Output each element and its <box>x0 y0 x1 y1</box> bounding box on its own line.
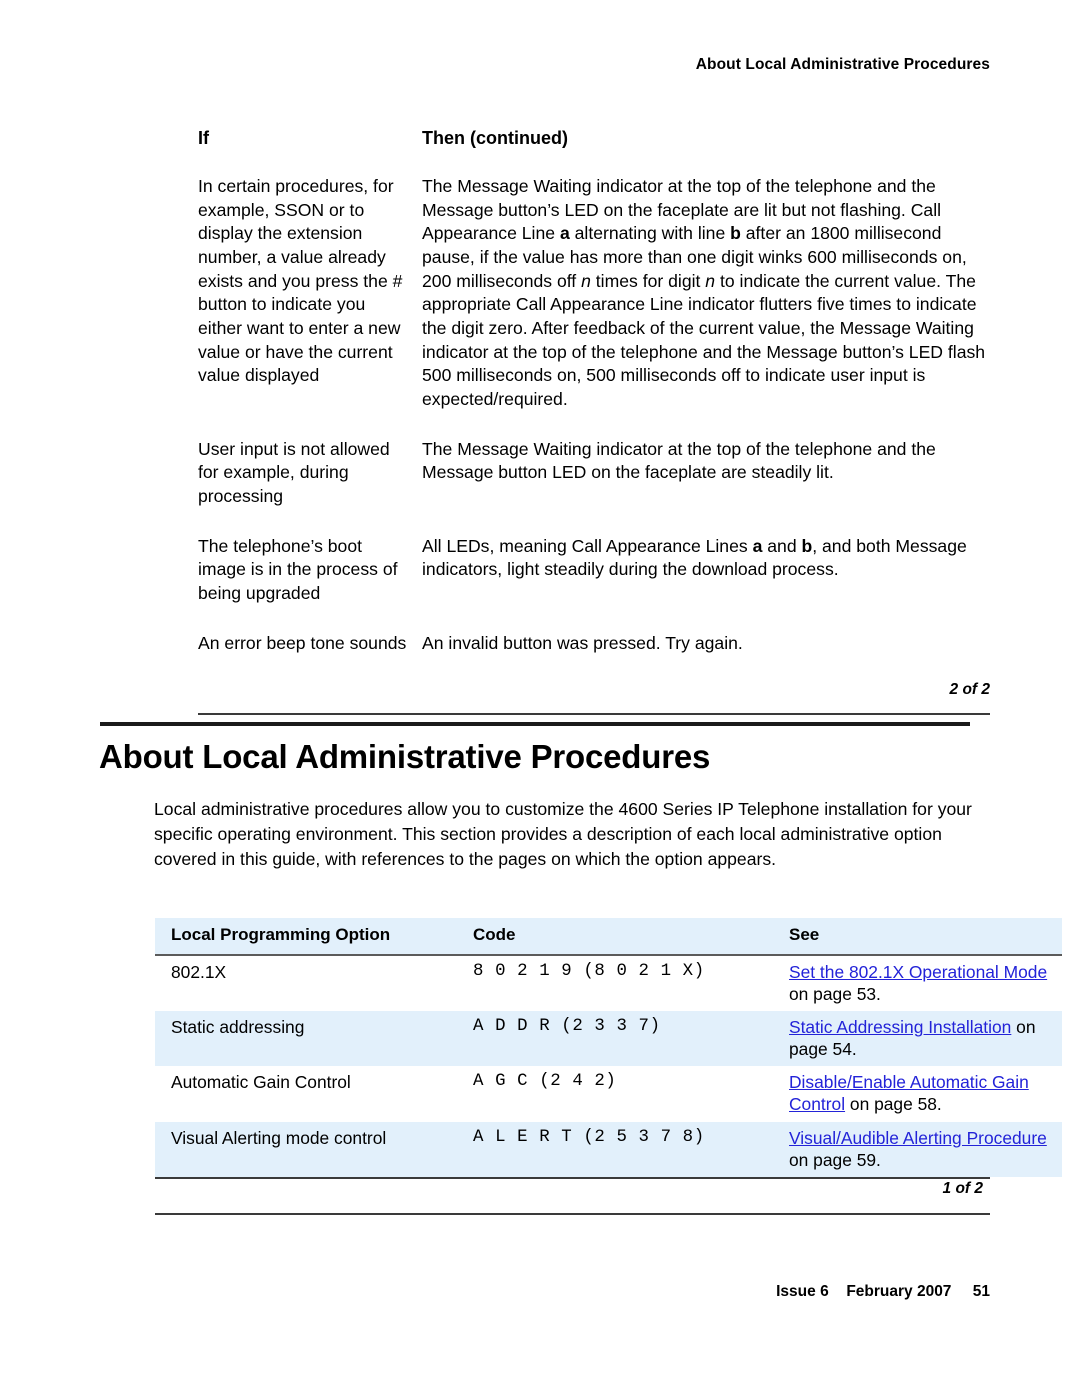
column-header-see: See <box>773 918 1062 956</box>
column-header-code: Code <box>457 918 773 956</box>
local-programming-options-table: Local Programming Option Code See 802.1X… <box>155 918 1062 1177</box>
intro-paragraph: Local administrative procedures allow yo… <box>154 799 972 869</box>
cell-see-tail: on page 53. <box>789 984 881 1005</box>
table-row: Automatic Gain Control A G C (2 4 2) Dis… <box>155 1066 1062 1122</box>
footer-issue: Issue 6 <box>776 1283 829 1300</box>
page-footer: Issue 6 February 2007 51 <box>776 1283 990 1301</box>
cell-see: Disable/Enable Automatic Gain Control on… <box>773 1066 1062 1122</box>
table-bottom-rule <box>198 713 990 716</box>
cell-then: The Message Waiting indicator at the top… <box>422 176 986 409</box>
table-rule <box>155 1177 990 1179</box>
cell-see-tail: on page 58. <box>845 1094 942 1115</box>
table-row: In certain procedures, for example, SSON… <box>198 175 990 412</box>
cell-if: User input is not allowed for example, d… <box>198 438 390 506</box>
table-bottom-rule <box>155 1213 990 1215</box>
table-row: User input is not allowed for example, d… <box>198 438 990 509</box>
table-header-row: If Then (continued) <box>198 128 990 149</box>
table-row: 802.1X 8 0 2 1 9 (8 0 2 1 X) Set the 802… <box>155 955 1062 1012</box>
column-header-if: If <box>198 128 209 148</box>
cell-if: The telephone’s boot image is in the pro… <box>198 535 398 603</box>
cell-code: A D D R (2 3 3 7) <box>457 1011 773 1067</box>
heading-rule <box>100 722 970 726</box>
cell-see: Static Addressing Installation on page 5… <box>773 1011 1062 1067</box>
table-header-row: Local Programming Option Code See <box>155 918 1062 956</box>
footer-page-number: 51 <box>972 1283 990 1300</box>
cell-if: In certain procedures, for example, SSON… <box>198 176 403 386</box>
cell-see-tail: on page 59. <box>789 1149 881 1170</box>
table-row: Static addressing A D D R (2 3 3 7) Stat… <box>155 1011 1062 1067</box>
cell-then: An invalid button was pressed. Try again… <box>422 632 743 653</box>
cell-option: 802.1X <box>155 955 457 1012</box>
footer-date: February 2007 <box>846 1283 952 1300</box>
column-header-option: Local Programming Option <box>155 918 457 956</box>
cell-code: A G C (2 4 2) <box>457 1066 773 1122</box>
cross-reference-link[interactable]: Set the 802.1X Operational Mode <box>789 962 1047 982</box>
cell-see: Visual/Audible Alerting Procedure on pag… <box>773 1121 1062 1177</box>
running-header: About Local Administrative Procedures <box>695 56 990 73</box>
page-title: About Local Administrative Procedures <box>99 738 711 775</box>
cross-reference-link[interactable]: Visual/Audible Alerting Procedure <box>789 1128 1047 1148</box>
cell-option: Visual Alerting mode control <box>155 1121 457 1177</box>
column-header-then: Then (continued) <box>422 128 568 148</box>
sheet-marker: 1 of 2 <box>942 1180 983 1197</box>
status-indications-table-continued: If Then (continued) In certain procedure… <box>198 128 990 716</box>
sheet-marker: 2 of 2 <box>949 681 990 699</box>
cell-then: All LEDs, meaning Call Appearance Lines … <box>422 535 967 580</box>
cell-see: Set the 802.1X Operational Mode on page … <box>773 955 1062 1012</box>
cell-if: An error beep tone sounds <box>198 632 407 653</box>
cell-option: Static addressing <box>155 1011 457 1067</box>
document-page: About Local Administrative Procedures If… <box>0 0 1080 1397</box>
cell-then: The Message Waiting indicator at the top… <box>422 438 936 483</box>
cell-code: A L E R T (2 5 3 7 8) <box>457 1121 773 1177</box>
cross-reference-link[interactable]: Static Addressing Installation <box>789 1017 1011 1037</box>
table-row: The telephone’s boot image is in the pro… <box>198 535 990 606</box>
table-row: An error beep tone sounds An invalid but… <box>198 632 990 656</box>
cell-option: Automatic Gain Control <box>155 1066 457 1122</box>
cell-code: 8 0 2 1 9 (8 0 2 1 X) <box>457 955 773 1012</box>
table-row: Visual Alerting mode control A L E R T (… <box>155 1121 1062 1177</box>
